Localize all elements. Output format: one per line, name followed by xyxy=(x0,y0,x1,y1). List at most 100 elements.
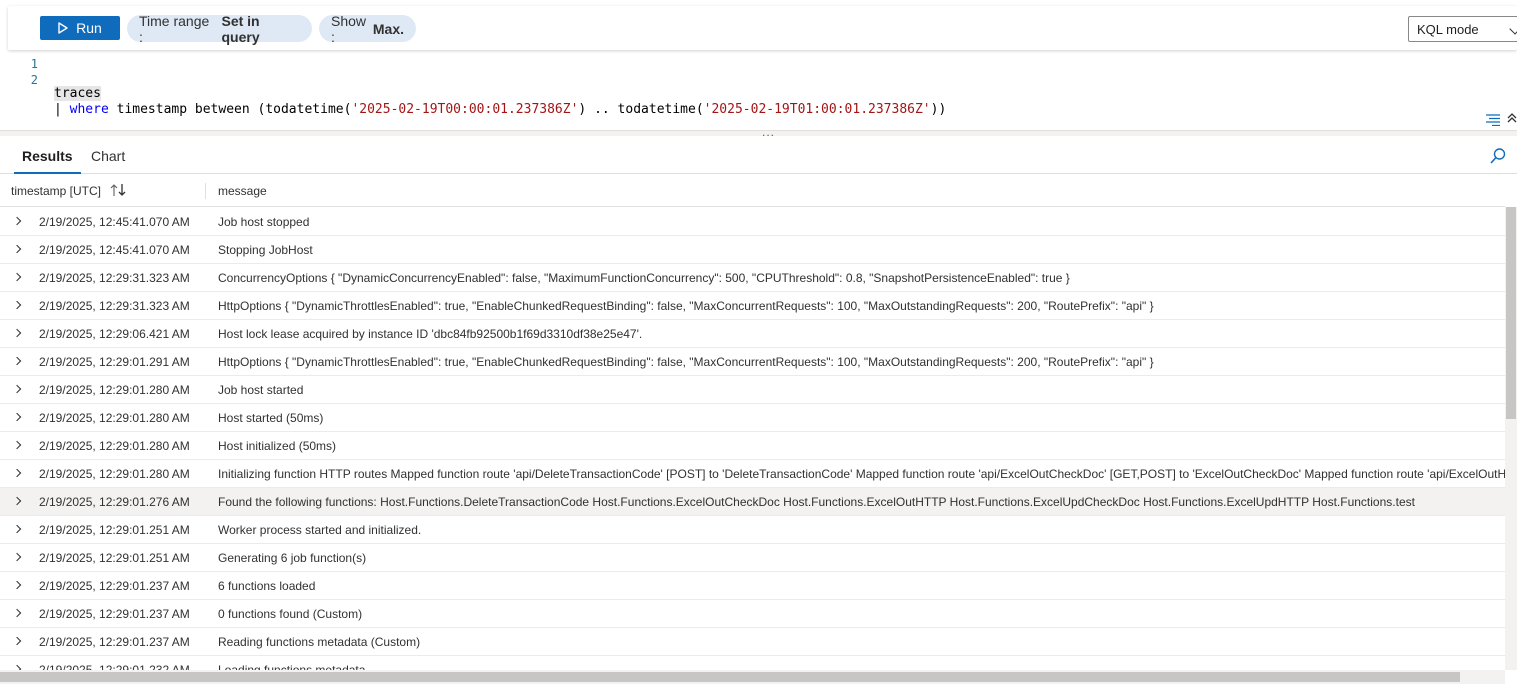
horizontal-scrollbar[interactable] xyxy=(0,670,1505,684)
cell-message: Worker process started and initialized. xyxy=(218,523,422,537)
tab-results[interactable]: Results xyxy=(14,148,81,174)
table-row[interactable]: 2/19/2025, 12:29:01.280 AM Initializing f… xyxy=(0,460,1505,488)
table-row[interactable]: 2/19/2025, 12:29:01.237 AM Reading functi… xyxy=(0,628,1505,656)
format-query-icon[interactable] xyxy=(1486,114,1500,126)
string-literal: '2025-02-19T01:00:01.237386Z' xyxy=(703,102,931,117)
table-row[interactable]: 2/19/2025, 12:29:31.323 AM HttpOptions { … xyxy=(0,292,1505,320)
show-value: Max. xyxy=(372,20,404,37)
collapse-editor-icon[interactable] xyxy=(1507,112,1517,124)
chevron-right-icon[interactable] xyxy=(12,384,22,394)
cell-timestamp: 2/19/2025, 12:29:01.276 AM xyxy=(39,495,190,509)
column-divider[interactable] xyxy=(205,183,206,199)
table-row[interactable]: 2/19/2025, 12:29:01.237 AM 6 functions lo… xyxy=(0,572,1505,600)
chevron-right-icon[interactable] xyxy=(12,636,22,646)
cell-message: Loading functions metadata xyxy=(218,663,366,670)
time-range-picker[interactable]: Time range : Set in query xyxy=(127,12,312,45)
cell-message: Stopping JobHost xyxy=(218,243,313,257)
line-number: 2 xyxy=(30,73,38,87)
vertical-scrollbar-thumb[interactable] xyxy=(1506,207,1516,419)
vertical-scrollbar[interactable] xyxy=(1505,207,1517,670)
line-number: 1 xyxy=(30,57,38,71)
table-row[interactable]: 2/19/2025, 12:29:01.251 AM Worker process… xyxy=(0,516,1505,544)
play-icon xyxy=(58,22,68,34)
cell-message: Host lock lease acquired by instance ID … xyxy=(218,327,643,341)
cell-timestamp: 2/19/2025, 12:45:41.070 AM xyxy=(39,215,190,229)
chevron-right-icon[interactable] xyxy=(12,356,22,366)
run-button[interactable]: Run xyxy=(40,16,120,40)
chevron-right-icon[interactable] xyxy=(12,244,22,254)
cell-timestamp: 2/19/2025, 12:29:01.280 AM xyxy=(39,411,190,425)
table-row[interactable]: 2/19/2025, 12:29:01.291 AM HttpOptions { … xyxy=(0,348,1505,376)
cell-message: HttpOptions { "DynamicThrottlesEnabled":… xyxy=(218,299,1154,313)
cell-message: Reading functions metadata (Custom) xyxy=(218,635,421,649)
cell-message: 6 functions loaded xyxy=(218,579,316,593)
chevron-right-icon[interactable] xyxy=(12,524,22,534)
cell-timestamp: 2/19/2025, 12:29:01.232 AM xyxy=(39,663,190,670)
code-text: | where timestamp between (todatetime('2… xyxy=(54,102,946,117)
column-header-message[interactable]: message xyxy=(218,184,267,198)
table-row[interactable]: 2/19/2025, 12:29:01.237 AM 0 functions fo… xyxy=(0,600,1505,628)
table-row[interactable]: 2/19/2025, 12:29:01.232 AM Loading functi… xyxy=(0,656,1505,670)
chevron-down-icon xyxy=(1509,23,1517,35)
chevron-right-icon[interactable] xyxy=(12,216,22,226)
show-label: Show : xyxy=(331,12,367,45)
chevron-right-icon[interactable] xyxy=(12,580,22,590)
table-row[interactable]: 2/19/2025, 12:29:01.280 AM Job host start… xyxy=(0,376,1505,404)
editor-splitter[interactable]: ... xyxy=(0,125,1517,139)
column-header-timestamp[interactable]: timestamp [UTC] xyxy=(11,184,101,198)
chevron-right-icon[interactable] xyxy=(12,468,22,478)
table-row[interactable]: 2/19/2025, 12:29:31.323 AM ConcurrencyOpt… xyxy=(0,264,1505,292)
cell-message: Host initialized (50ms) xyxy=(218,439,337,453)
horizontal-scrollbar-thumb[interactable] xyxy=(0,672,1460,682)
table-row[interactable]: 2/19/2025, 12:45:41.070 AM Stopping JobHo… xyxy=(0,236,1505,264)
sort-icon[interactable] xyxy=(110,183,128,197)
pipe-operator: | xyxy=(54,102,62,117)
time-range-value: Set in query xyxy=(221,12,260,45)
mode-dropdown[interactable]: KQL mode xyxy=(1408,16,1517,42)
cell-message: Generating 6 job function(s) xyxy=(218,551,367,565)
table-row[interactable]: 2/19/2025, 12:29:01.280 AM Host initializ… xyxy=(0,432,1505,460)
query-editor[interactable]: 1 traces 2 | where timestamp between (to… xyxy=(0,54,1517,128)
grid-header: timestamp [UTC] message xyxy=(0,175,1505,207)
chevron-right-icon[interactable] xyxy=(12,440,22,450)
show-limit-picker[interactable]: Show : Max. xyxy=(319,12,416,45)
cell-message: Found the following functions: Host.Func… xyxy=(218,495,1415,509)
code-segment: )) xyxy=(930,102,947,117)
scroll-corner xyxy=(1505,670,1517,685)
cell-timestamp: 2/19/2025, 12:29:01.280 AM xyxy=(39,467,190,481)
chevron-right-icon[interactable] xyxy=(12,272,22,282)
chevron-right-icon[interactable] xyxy=(12,412,22,422)
chevron-right-icon[interactable] xyxy=(12,300,22,310)
result-tabs: Results Chart xyxy=(0,138,1517,174)
time-range-label: Time range : xyxy=(139,12,210,45)
cell-timestamp: 2/19/2025, 12:29:01.280 AM xyxy=(39,439,190,453)
code-segment: timestamp between (todatetime( xyxy=(108,102,352,117)
editor-line[interactable]: 1 traces xyxy=(0,56,1517,101)
string-literal: '2025-02-19T00:00:01.237386Z' xyxy=(351,102,579,117)
cell-message: Initializing function HTTP routes Mapped… xyxy=(218,467,1505,481)
cell-timestamp: 2/19/2025, 12:29:01.237 AM xyxy=(39,607,190,621)
mode-value: KQL mode xyxy=(1417,21,1479,37)
cell-timestamp: 2/19/2025, 12:45:41.070 AM xyxy=(39,243,190,257)
cell-timestamp: 2/19/2025, 12:29:01.251 AM xyxy=(39,551,190,565)
chevron-right-icon[interactable] xyxy=(12,608,22,618)
cell-timestamp: 2/19/2025, 12:29:31.323 AM xyxy=(39,271,190,285)
cell-message: Job host stopped xyxy=(218,215,310,229)
query-toolbar: Run Time range : Set in query Show : Max… xyxy=(8,6,1517,50)
table-row[interactable]: 2/19/2025, 12:29:06.421 AM Host lock leas… xyxy=(0,320,1505,348)
splitter-grip: ... xyxy=(762,125,776,139)
keyword-where: where xyxy=(69,102,109,117)
search-icon[interactable] xyxy=(1489,147,1507,165)
table-row[interactable]: 2/19/2025, 12:45:41.070 AM Job host stopp… xyxy=(0,208,1505,236)
chevron-right-icon[interactable] xyxy=(12,552,22,562)
chevron-right-icon[interactable] xyxy=(12,328,22,338)
table-row[interactable]: 2/19/2025, 12:29:01.276 AM Found the foll… xyxy=(0,488,1505,516)
tab-chart[interactable]: Chart xyxy=(91,148,125,164)
table-row[interactable]: 2/19/2025, 12:29:01.280 AM Host started (… xyxy=(0,404,1505,432)
cell-message: 0 functions found (Custom) xyxy=(218,607,363,621)
chevron-right-icon[interactable] xyxy=(12,496,22,506)
editor-line[interactable]: 2 | where timestamp between (todatetime(… xyxy=(0,72,1517,117)
table-row[interactable]: 2/19/2025, 12:29:01.251 AM Generating 6 j… xyxy=(0,544,1505,572)
cell-message: Job host started xyxy=(218,383,304,397)
cell-timestamp: 2/19/2025, 12:29:01.291 AM xyxy=(39,355,190,369)
